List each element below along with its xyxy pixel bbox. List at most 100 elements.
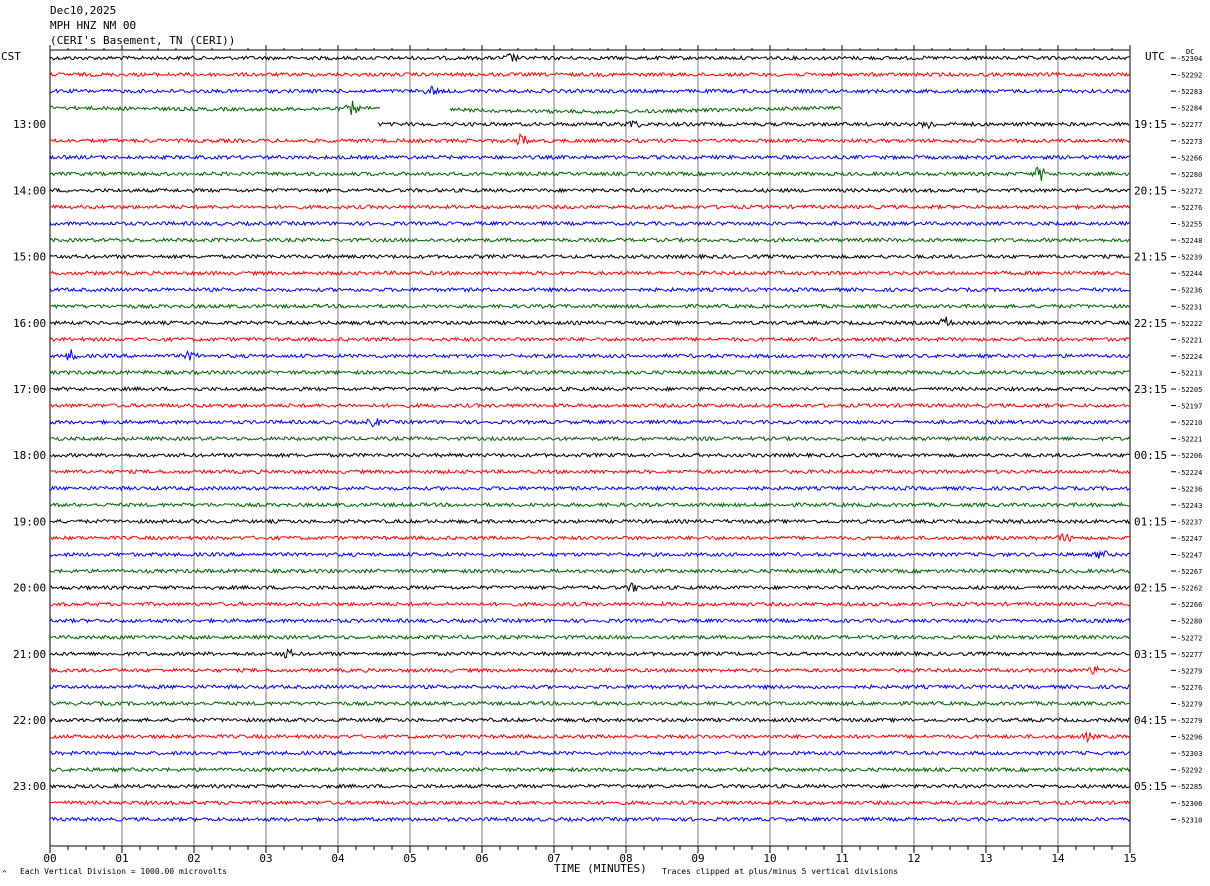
cst-hour-label: 19:00 <box>13 515 46 528</box>
helicorder-plot: 00 01 02 03 04 05 06 07 08 09 10 11 12 13 14 15-52304-5… <box>13 45 1202 865</box>
clip-note: Traces clipped at plus/minus 5 vertical … <box>662 867 899 876</box>
dc-offset-label: -52210 <box>1177 419 1202 427</box>
trace-row-19 <box>49 369 1131 376</box>
dc-offset-label: -52277 <box>1177 651 1202 659</box>
dc-offset-label: -52197 <box>1177 403 1202 411</box>
x-tick-label: 09 <box>691 852 704 865</box>
utc-hour-label: 04:15 <box>1134 714 1167 727</box>
dc-offset-label: -52221 <box>1177 436 1202 444</box>
dc-offset-label: -52276 <box>1177 204 1202 212</box>
trace-row-18 <box>49 349 1131 361</box>
trace-row-0 <box>49 52 1131 63</box>
x-tick-label: 00 <box>43 852 56 865</box>
trace-row-26 <box>49 485 1131 492</box>
trace-row-5 <box>49 132 1131 146</box>
trace-row-25 <box>49 468 1131 475</box>
trace-row-6 <box>49 154 1131 161</box>
trace-row-4 <box>377 120 1130 130</box>
trace-row-35 <box>49 633 1131 641</box>
dc-offset-label: -52236 <box>1177 287 1202 295</box>
dc-offset-label: -52283 <box>1177 88 1202 96</box>
cst-hour-label: 18:00 <box>13 449 46 462</box>
dc-offset-label: -52248 <box>1177 237 1202 245</box>
dc-offset-label: -52267 <box>1177 568 1202 576</box>
dc-offset-label: -52296 <box>1177 734 1202 742</box>
station-label: MPH HNZ NM 00 <box>50 19 137 32</box>
dc-offset-label: -52236 <box>1177 485 1202 493</box>
trace-row-8 <box>49 187 1131 194</box>
dc-offset-label: -52280 <box>1177 618 1202 626</box>
dc-offset-label: -52280 <box>1177 171 1202 179</box>
trace-row-15 <box>49 303 1131 310</box>
dc-offset-label: -52304 <box>1177 55 1202 63</box>
cst-hour-label: 21:00 <box>13 648 46 661</box>
trace-row-27 <box>49 501 1131 508</box>
cst-hour-label: 14:00 <box>13 184 46 197</box>
trace-row-29 <box>49 532 1131 543</box>
trace-row-17 <box>49 336 1131 343</box>
cst-hour-label: 23:00 <box>13 780 46 793</box>
trace-row-2 <box>49 85 1131 95</box>
dc-offset-label: -52262 <box>1177 585 1202 593</box>
utc-hour-label: 20:15 <box>1134 184 1167 197</box>
trace-row-14 <box>49 286 1131 293</box>
trace-row-1 <box>49 71 1131 78</box>
utc-hour-label: 03:15 <box>1134 648 1167 661</box>
dc-offset-label: -52221 <box>1177 336 1202 344</box>
cst-hour-label: 16:00 <box>13 317 46 330</box>
cst-hour-label: 13:00 <box>13 118 46 131</box>
x-tick-label: 01 <box>115 852 128 865</box>
trace-row-30 <box>49 550 1131 559</box>
utc-hour-label: 21:15 <box>1134 251 1167 264</box>
cst-hour-label: 17:00 <box>13 383 46 396</box>
location-label: (CERI's Basement, TN (CERI)) <box>50 34 236 47</box>
plot-frame <box>49 49 1131 847</box>
trace-row-24 <box>49 452 1131 459</box>
trace-row-22 <box>49 418 1131 428</box>
trace-row-12 <box>49 253 1131 260</box>
trace-row-43 <box>49 766 1131 773</box>
trace-row-42 <box>49 750 1131 757</box>
x-tick-label: 06 <box>475 852 488 865</box>
dc-offset-label: -52310 <box>1177 816 1202 824</box>
dc-offset-label: -52292 <box>1177 767 1202 775</box>
dc-offset-label: -52303 <box>1177 750 1202 758</box>
utc-hour-label: 05:15 <box>1134 780 1167 793</box>
dc-label: DC <box>1186 48 1195 56</box>
dc-offset-label: -52266 <box>1177 154 1202 162</box>
trace-row-16 <box>49 316 1131 327</box>
utc-label: UTC <box>1145 50 1165 63</box>
cst-hour-label: 22:00 <box>13 714 46 727</box>
x-tick-label: 03 <box>259 852 272 865</box>
dc-offset-label: -52213 <box>1177 369 1202 377</box>
utc-hour-label: 22:15 <box>1134 317 1167 330</box>
trace-row-39 <box>49 700 1131 707</box>
dc-offset-label: -52272 <box>1177 187 1202 195</box>
corner-mark: ^ <box>2 869 7 878</box>
dc-offset-label: -52205 <box>1177 386 1202 394</box>
dc-offset-label: -52285 <box>1177 783 1202 791</box>
dc-offset-label: -52237 <box>1177 518 1202 526</box>
dc-offset-label: -52247 <box>1177 552 1202 560</box>
dc-offset-label: -52266 <box>1177 601 1202 609</box>
dc-offset-label: -52306 <box>1177 800 1202 808</box>
dc-offset-label: -52292 <box>1177 72 1202 80</box>
trace-row-13 <box>49 270 1131 277</box>
dc-offset-label: -52276 <box>1177 684 1202 692</box>
trace-row-45 <box>49 799 1131 806</box>
trace-row-41 <box>49 730 1131 744</box>
trace-row-20 <box>49 385 1131 393</box>
date-label: Dec10,2025 <box>50 4 117 17</box>
dc-offset-label: -52279 <box>1177 700 1202 708</box>
scale-note: Each Vertical Division = 1000.00 microvo… <box>20 867 228 876</box>
trace-row-37 <box>49 665 1131 675</box>
dc-offset-label: -52243 <box>1177 502 1202 510</box>
x-axis-title: TIME (MINUTES) <box>554 862 647 875</box>
x-tick-label: 11 <box>835 852 848 865</box>
trace-row-21 <box>49 402 1131 409</box>
trace-row-36 <box>49 648 1131 659</box>
utc-hour-label: 02:15 <box>1134 582 1167 595</box>
trace-row-11 <box>49 236 1131 244</box>
trace-row-31 <box>49 567 1131 575</box>
dc-offset-label: -52206 <box>1177 452 1202 460</box>
